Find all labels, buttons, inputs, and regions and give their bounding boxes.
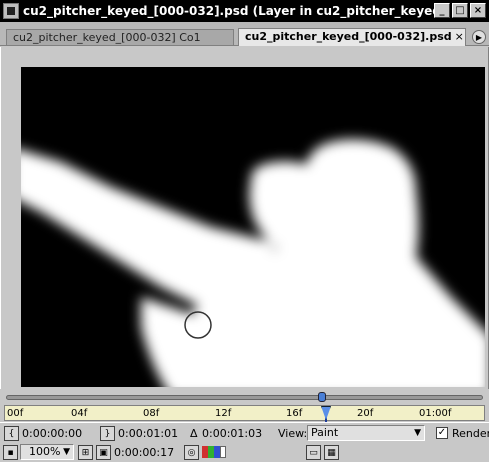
app-icon <box>3 3 19 19</box>
time-ruler[interactable]: 00f 04f 08f 12f 16f 20f 01:00f <box>4 405 485 422</box>
tab-close-icon[interactable]: × <box>455 30 464 43</box>
tab-layer[interactable]: cu2_pitcher_keyed_[000-032].psd × <box>238 28 466 46</box>
in-point-time: 0:00:00:00 <box>22 427 83 440</box>
snapshot-camera-icon[interactable]: ▣ <box>96 445 111 460</box>
alpha-channel-icon[interactable] <box>220 446 226 458</box>
layer-viewer-frame <box>0 47 489 389</box>
out-point-time: 0:00:01:01 <box>118 427 179 440</box>
current-time-indicator[interactable] <box>321 406 331 420</box>
view-dropdown-value: Paint <box>311 426 339 439</box>
viewer-footer: ▪ 100% ▼ ⊞ ▣ 0:00:00:17 ◎ ▭ ▦ <box>0 442 489 462</box>
pixel-aspect-icon[interactable]: ▭ <box>306 445 321 460</box>
window-controls: _ □ × <box>434 3 486 18</box>
window-title: cu2_pitcher_keyed_[000-032].psd (Layer i… <box>23 4 443 18</box>
tick-label: 08f <box>143 408 160 419</box>
set-out-point-icon[interactable]: } <box>100 426 115 441</box>
show-snapshot-icon[interactable]: ◎ <box>184 445 199 460</box>
maximize-button[interactable]: □ <box>452 3 468 18</box>
tab-composition-label: cu2_pitcher_keyed_[000-032] Co1 <box>13 31 201 44</box>
tick-label: 20f <box>357 408 374 419</box>
close-button[interactable]: × <box>470 3 486 18</box>
chevron-down-icon: ▼ <box>63 447 70 457</box>
zoom-value: 100% <box>29 445 61 458</box>
alpha-matte-image <box>21 67 485 387</box>
layer-viewer[interactable] <box>21 67 485 387</box>
safe-zones-icon[interactable]: ⊞ <box>78 445 93 460</box>
transparency-grid-icon[interactable]: ▦ <box>324 445 339 460</box>
current-time: 0:00:00:17 <box>114 446 175 459</box>
time-navigator-thumb[interactable] <box>318 392 326 402</box>
zoom-dropdown[interactable]: 100% ▼ <box>20 444 74 460</box>
duration-time: 0:00:01:03 <box>202 427 263 440</box>
time-navigator <box>0 389 489 405</box>
chevron-down-icon: ▼ <box>414 428 421 438</box>
tick-label: 04f <box>71 408 88 419</box>
tab-layer-label: cu2_pitcher_keyed_[000-032].psd <box>245 30 452 43</box>
tab-composition[interactable]: cu2_pitcher_keyed_[000-032] Co1 <box>6 29 234 45</box>
view-dropdown[interactable]: Paint ▼ <box>307 425 425 441</box>
always-preview-icon[interactable]: ▪ <box>3 445 18 460</box>
view-label: View: <box>278 427 308 440</box>
tick-label: 12f <box>215 408 232 419</box>
set-in-point-icon[interactable]: { <box>4 426 19 441</box>
duration-delta-icon: Δ <box>190 427 198 440</box>
tick-label: 16f <box>286 408 303 419</box>
minimize-button[interactable]: _ <box>434 3 450 18</box>
time-navigator-track[interactable] <box>6 395 483 400</box>
render-checkbox[interactable]: ✓ <box>436 427 448 439</box>
title-bar: cu2_pitcher_keyed_[000-032].psd (Layer i… <box>0 0 489 22</box>
tick-label: 01:00f <box>419 408 452 419</box>
tab-bar: cu2_pitcher_keyed_[000-032] Co1 cu2_pitc… <box>0 22 489 46</box>
tick-label: 00f <box>7 408 24 419</box>
render-label: Render <box>452 427 489 440</box>
time-controls-row: { 0:00:00:00 } 0:00:01:01 Δ 0:00:01:03 V… <box>0 422 489 442</box>
panel-menu-arrow-icon[interactable]: ▶ <box>472 30 486 44</box>
